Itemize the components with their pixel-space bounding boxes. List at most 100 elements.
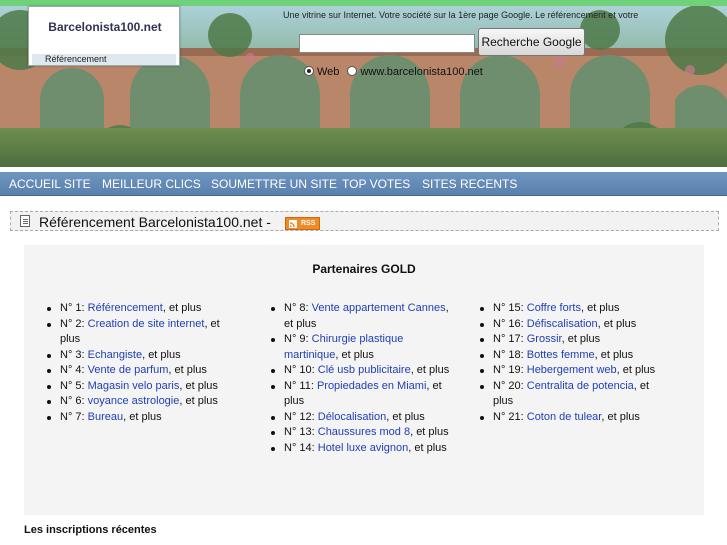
partner-link[interactable]: Défiscalisation bbox=[527, 318, 598, 330]
partner-rank: N° 3: bbox=[60, 348, 88, 361]
partner-item: N° 4: Vente de parfum, et plus bbox=[46, 363, 241, 379]
document-icon bbox=[20, 215, 30, 227]
partner-rank: N° 9: bbox=[284, 333, 312, 345]
partner-link[interactable]: Coton de tulear bbox=[527, 411, 602, 423]
partner-link[interactable]: Centralita de potencia bbox=[527, 380, 634, 392]
partner-link[interactable]: Clé usb publicitaire bbox=[318, 364, 411, 376]
partner-rank: N° 12: bbox=[284, 410, 318, 423]
recent-signups-heading: Les inscriptions récentes bbox=[24, 524, 157, 536]
partners-title: Partenaires GOLD bbox=[312, 262, 416, 276]
partner-link[interactable]: Délocalisation bbox=[318, 411, 386, 423]
partner-item: N° 3: Echangiste, et plus bbox=[46, 348, 241, 364]
partner-link[interactable]: Echangiste bbox=[88, 349, 142, 361]
site-subtitle: Référencement bbox=[32, 54, 176, 65]
partner-link[interactable]: Creation de site internet bbox=[88, 318, 205, 330]
search-input[interactable] bbox=[299, 34, 475, 53]
partner-item: N° 10: Clé usb publicitaire, et plus bbox=[270, 363, 450, 379]
partner-rank: N° 4: bbox=[60, 364, 88, 376]
partner-item: N° 12: Délocalisation, et plus bbox=[270, 410, 450, 426]
main-nav: ACCUEIL SITE MEILLEUR CLICS SOUMETTRE UN… bbox=[0, 172, 727, 196]
partner-suffix: , et plus bbox=[168, 364, 207, 376]
partner-rank: N° 17: bbox=[493, 333, 527, 345]
partner-rank: N° 19: bbox=[493, 364, 527, 376]
partner-link[interactable]: voyance astrologie bbox=[88, 395, 180, 407]
radio-web-label: Web bbox=[317, 66, 340, 78]
partner-item: N° 11: Propiedades en Miami, et plus bbox=[270, 379, 450, 410]
partner-link[interactable]: Vente appartement Cannes bbox=[312, 302, 446, 314]
partner-item: N° 6: voyance astrologie, et plus bbox=[46, 394, 241, 410]
partner-link[interactable]: Hebergement web bbox=[527, 364, 617, 376]
partner-rank: N° 18: bbox=[493, 348, 527, 361]
partner-suffix: , et plus bbox=[561, 333, 601, 345]
banner-garden bbox=[0, 128, 727, 167]
partner-suffix: , et plus bbox=[408, 441, 447, 454]
partner-link[interactable]: Vente de parfum bbox=[88, 364, 169, 376]
partner-suffix: , et plus bbox=[179, 395, 218, 407]
partner-item: N° 15: Coffre forts, et plus bbox=[479, 301, 659, 317]
partner-link[interactable]: Hotel luxe avignon bbox=[318, 442, 409, 454]
partner-link[interactable]: Magasin velo paris bbox=[88, 380, 180, 392]
partners-column-3: N° 15: Coffre forts, et plus N° 16: Défis… bbox=[479, 301, 659, 425]
nav-sites-recents[interactable]: SITES RECENTS bbox=[422, 172, 517, 196]
partner-item: N° 20: Centralita de potencia, et plus bbox=[479, 379, 659, 410]
nav-soumettre-site[interactable]: SOUMETTRE UN SITE bbox=[211, 172, 337, 196]
partner-rank: N° 15: bbox=[493, 302, 527, 314]
partner-suffix: , et plus bbox=[597, 317, 637, 330]
nav-top-votes[interactable]: TOP VOTES bbox=[342, 172, 410, 196]
partner-item: N° 5: Magasin velo paris, et plus bbox=[46, 379, 241, 395]
radio-web[interactable] bbox=[304, 66, 314, 76]
partner-suffix: , et plus bbox=[594, 348, 634, 361]
partner-item: N° 2: Creation de site internet, et plus bbox=[46, 317, 241, 348]
partner-suffix: , et plus bbox=[580, 302, 620, 314]
partner-rank: N° 6: bbox=[60, 395, 88, 407]
header-banner: Barcelonista100.net Référencement Une vi… bbox=[0, 0, 727, 167]
partner-suffix: , et plus bbox=[335, 348, 374, 361]
partner-rank: N° 5: bbox=[60, 379, 88, 392]
partner-rank: N° 10: bbox=[284, 364, 318, 376]
site-logo-box[interactable]: Barcelonista100.net Référencement bbox=[28, 6, 180, 66]
page-title-bar: Référencement Barcelonista100.net - RSS bbox=[10, 211, 719, 231]
page-title: Référencement Barcelonista100.net - bbox=[39, 214, 271, 230]
partner-item: N° 16: Défiscalisation, et plus bbox=[479, 317, 659, 333]
partner-rank: N° 7: bbox=[60, 410, 88, 423]
partner-link[interactable]: Bottes femme bbox=[527, 349, 595, 361]
partner-link[interactable]: Référencement bbox=[88, 302, 163, 314]
radio-site[interactable] bbox=[347, 66, 358, 76]
rss-feed-button[interactable]: RSS bbox=[285, 217, 320, 230]
partner-item: N° 19: Hebergement web, et plus bbox=[479, 363, 659, 379]
partner-suffix: , et plus bbox=[142, 348, 181, 361]
partner-suffix: , et plus bbox=[410, 426, 449, 438]
partner-rank: N° 13: bbox=[284, 426, 318, 438]
partner-link[interactable]: Chaussures mod 8 bbox=[318, 426, 410, 438]
nav-accueil-site[interactable]: ACCUEIL SITE bbox=[9, 172, 91, 196]
partner-rank: N° 1: bbox=[60, 302, 88, 314]
partner-item: N° 13: Chaussures mod 8, et plus bbox=[270, 425, 450, 441]
partner-item: N° 21: Coton de tulear, et plus bbox=[479, 410, 659, 426]
partner-item: N° 9: Chirurgie plastique martinique, et… bbox=[270, 332, 450, 363]
tagline-text: Une vitrine sur Internet. Votre société … bbox=[283, 10, 639, 20]
partner-rank: N° 14: bbox=[284, 441, 318, 454]
partner-item: N° 8: Vente appartement Cannes, et plus bbox=[270, 301, 450, 332]
partner-suffix: , et plus bbox=[386, 410, 425, 423]
partner-item: N° 7: Bureau, et plus bbox=[46, 410, 241, 426]
partner-item: N° 1: Référencement, et plus bbox=[46, 301, 241, 317]
partner-item: N° 14: Hotel luxe avignon, et plus bbox=[270, 441, 450, 457]
partners-panel: Partenaires GOLD N° 1: Référencement, et… bbox=[24, 245, 704, 515]
partner-link[interactable]: Propiedades en Miami bbox=[317, 380, 426, 392]
partners-column-1: N° 1: Référencement, et plus N° 2: Creati… bbox=[46, 301, 241, 425]
google-search-button[interactable]: Recherche Google bbox=[478, 28, 585, 56]
partner-rank: N° 2: bbox=[60, 317, 88, 330]
partner-suffix: , et plus bbox=[410, 364, 450, 376]
partners-column-2: N° 8: Vente appartement Cannes, et plus N… bbox=[270, 301, 450, 456]
partner-link[interactable]: Bureau bbox=[88, 411, 123, 423]
partner-suffix: , et plus bbox=[601, 410, 640, 423]
partner-rank: N° 8: bbox=[284, 302, 312, 314]
partner-suffix: , et plus bbox=[616, 364, 656, 376]
partner-link[interactable]: Coffre forts bbox=[527, 302, 581, 314]
partner-link[interactable]: Grossir bbox=[527, 333, 562, 345]
search-scope: Web www.barcelonista100.net bbox=[304, 66, 483, 78]
partner-item: N° 18: Bottes femme, et plus bbox=[479, 348, 659, 364]
partner-suffix: , et plus bbox=[162, 302, 202, 314]
nav-meilleur-clics[interactable]: MEILLEUR CLICS bbox=[102, 172, 201, 196]
site-name[interactable]: Barcelonista100.net bbox=[29, 20, 181, 34]
